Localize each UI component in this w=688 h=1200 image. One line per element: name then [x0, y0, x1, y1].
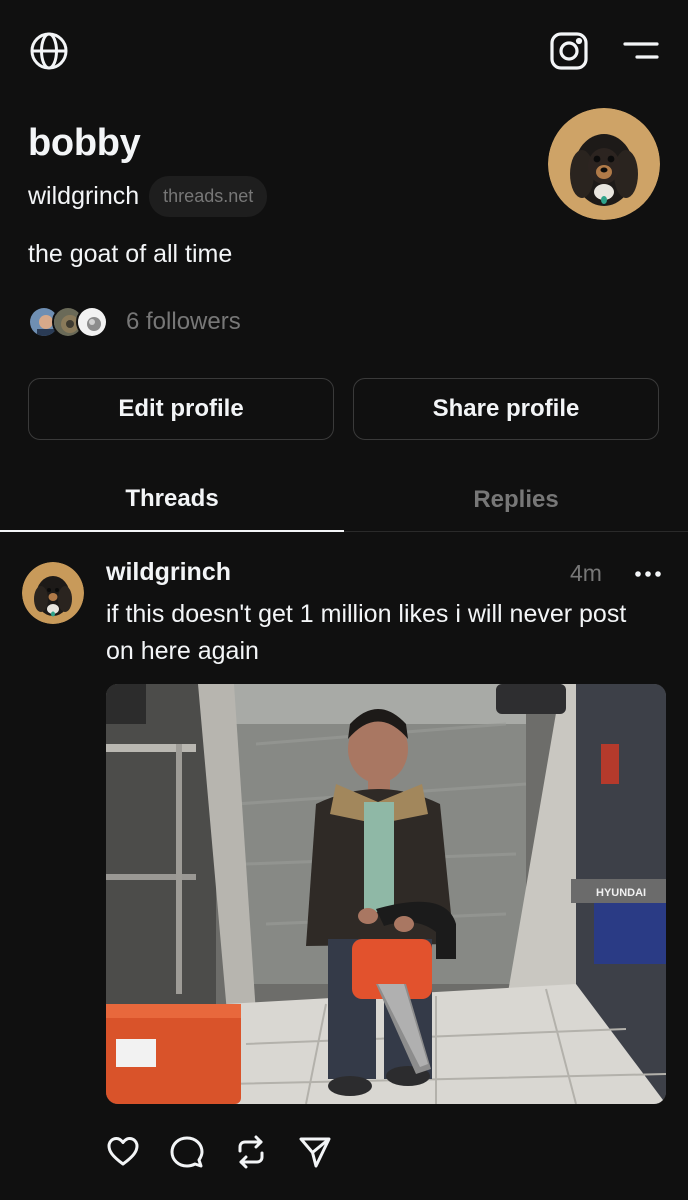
post-image[interactable]: HYUNDAI [106, 684, 666, 1104]
handle-row: wildgrinch threads.net [28, 176, 268, 217]
heart-icon[interactable] [106, 1135, 140, 1169]
post-timestamp: 4m [570, 560, 602, 586]
menu-icon[interactable] [622, 36, 660, 66]
followers-row[interactable]: 6 followers [28, 306, 241, 338]
instagram-icon[interactable] [548, 30, 590, 72]
post-avatar[interactable] [22, 562, 84, 624]
profile-avatar[interactable] [548, 108, 660, 220]
share-icon[interactable] [298, 1135, 332, 1169]
edit-profile-button[interactable]: Edit profile [28, 378, 334, 440]
followers-count: 6 followers [126, 308, 241, 335]
hyundai-sign: HYUNDAI [596, 887, 646, 899]
share-profile-button[interactable]: Share profile [353, 378, 659, 440]
more-options-icon[interactable] [630, 562, 666, 586]
profile-name: bobby [28, 122, 141, 164]
profile-handle: wildgrinch [28, 182, 140, 210]
domain-badge[interactable]: threads.net [149, 176, 268, 217]
comment-icon[interactable] [170, 1135, 204, 1169]
follower-avatar [76, 306, 108, 338]
globe-icon[interactable] [28, 30, 70, 72]
profile-tabs: Threads Replies [0, 468, 688, 532]
post-actions [106, 1132, 332, 1172]
tab-threads[interactable]: Threads [0, 468, 344, 532]
profile-bio: the goat of all time [28, 240, 233, 268]
top-bar [28, 28, 660, 74]
tab-replies[interactable]: Replies [344, 468, 688, 532]
post-text: if this doesn't get 1 million likes i wi… [106, 600, 627, 665]
post-username[interactable]: wildgrinch [106, 558, 231, 587]
repost-icon[interactable] [234, 1135, 268, 1169]
